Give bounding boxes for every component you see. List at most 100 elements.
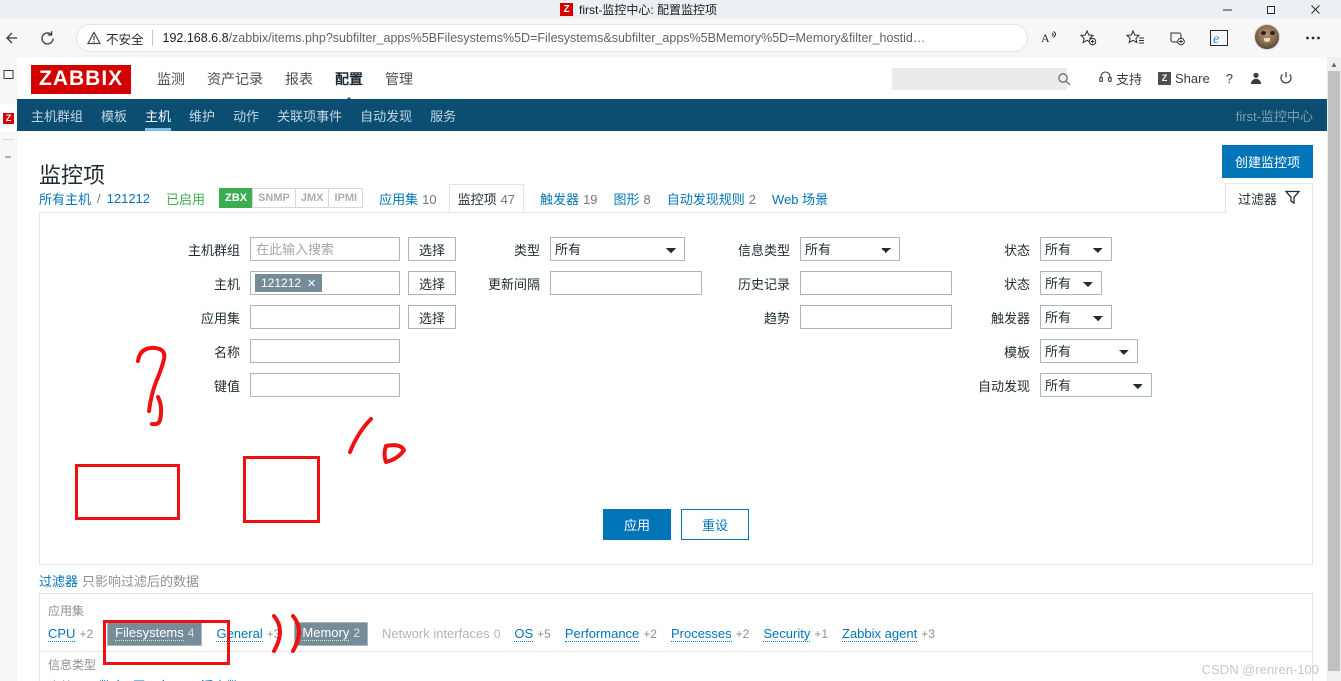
tab-rail-active-tab[interactable]: Z [0,104,17,132]
subfilter-item-cpu-label[interactable]: CPU [48,626,76,642]
share-link[interactable]: Z Share [1158,71,1210,86]
subfilter-item-security[interactable]: Security +1 [763,626,828,642]
browser-tab[interactable]: Z first-监控中心: 配置监控项 [560,0,717,19]
subnav-templates[interactable]: 模板 [101,99,127,131]
crumb-triggers[interactable]: 触发器 19 [540,189,597,208]
ie-mode-icon[interactable]: e [1206,25,1232,51]
sign-out-power-icon[interactable] [1279,71,1293,85]
crumb-discovery-rules[interactable]: 自动发现规则 2 [667,189,756,208]
back-arrow-icon[interactable] [0,26,24,50]
key-input[interactable] [250,373,400,397]
host-chip[interactable]: 121212 ✕ [255,274,323,292]
more-settings-icon[interactable] [1300,25,1326,51]
global-search-box[interactable] [892,68,1071,90]
host-multiselect[interactable]: 121212 ✕ [250,271,400,295]
subfilter-item-performance[interactable]: Performance +2 [564,626,657,642]
subfilter-item-unsigned[interactable]: 数字 (无正负)1 [99,676,187,681]
state-select[interactable]: 所有 [1040,237,1112,261]
page-scrollbar[interactable]: ▲ [1327,57,1341,681]
status-select[interactable]: 所有 [1040,271,1102,295]
apply-filter-button[interactable]: 应用 [602,509,671,540]
subfilter-item-filesystems-label[interactable]: Filesystems [115,625,184,641]
subfilter-item-processes[interactable]: Processes +2 [670,626,749,642]
reload-icon[interactable] [34,25,60,51]
type-select[interactable]: 所有 [550,237,685,261]
subfilter-item-general-label[interactable]: General [216,626,263,642]
favorites-icon[interactable] [1122,25,1148,51]
subfilter-item-processes-label[interactable]: Processes [670,626,732,642]
host-select-button[interactable]: 选择 [408,271,457,295]
breadcrumb-all-hosts[interactable]: 所有主机 [39,189,91,208]
create-item-button[interactable]: 创建监控项 [1221,145,1313,178]
read-aloud-icon[interactable]: A [1036,25,1062,51]
subfilter-item-general[interactable]: General +3 [216,626,280,642]
host-group-input[interactable] [250,237,400,261]
trigger-select[interactable]: 所有 [1040,305,1112,329]
subfilter-item-os-label[interactable]: OS [514,626,534,642]
crumb-applications[interactable]: 应用集 10 [379,189,436,208]
subfilter-item-float-label[interactable]: 浮点数 [201,676,240,681]
subfilter-item-cpu[interactable]: CPU +2 [48,626,93,642]
host-chip-remove-icon[interactable]: ✕ [307,277,316,290]
tab-rail-collapse-icon[interactable]: − [2,150,14,164]
global-search-input[interactable] [898,71,1057,87]
trend-input[interactable] [800,305,952,329]
subnav-hosts[interactable]: 主机 [145,99,172,131]
name-input[interactable] [250,339,400,363]
scrollbar-thumb[interactable] [1328,71,1340,671]
restore-button[interactable] [1249,0,1293,19]
subnav-maintenance[interactable]: 维护 [189,99,215,131]
scrollbar-up-arrow-icon[interactable]: ▲ [1327,57,1341,71]
field-status-label: 状态 [1003,276,1030,292]
subfilter-item-zabbix-agent[interactable]: Zabbix agent +3 [842,626,935,642]
filter-tab[interactable]: 过滤器 [1224,183,1313,214]
main-nav-reports[interactable]: 报表 [285,57,313,100]
address-bar[interactable]: 不安全 192.168.6.8/zabbix/items.php?subfilt… [76,24,1028,52]
subfilter-item-filesystems[interactable]: Filesystems 4 [107,622,203,646]
main-nav-inventory[interactable]: 资产记录 [207,57,263,100]
subnav-discovery[interactable]: 自动发现 [360,99,412,131]
subnav-services[interactable]: 服务 [430,99,456,131]
breadcrumb-host-name[interactable]: 121212 [107,191,150,206]
reset-filter-button[interactable]: 重设 [681,509,750,540]
subfilter-item-performance-label[interactable]: Performance [564,626,640,642]
user-profile-icon[interactable] [1249,71,1263,85]
support-link[interactable]: 支持 [1099,69,1142,88]
close-button[interactable] [1293,0,1337,19]
main-nav-configuration[interactable]: 配置 [335,57,363,100]
subnav-actions[interactable]: 动作 [233,99,259,131]
main-nav-monitoring[interactable]: 监测 [157,57,185,100]
search-icon[interactable] [1057,72,1071,86]
subfilter-item-security-label[interactable]: Security [763,626,811,642]
subfilter-item-float[interactable]: 浮点数5 [201,676,251,681]
host-group-select-button[interactable]: 选择 [408,237,457,261]
subfilter-item-memory[interactable]: Memory 2 [294,622,369,646]
collections-icon[interactable] [1164,25,1190,51]
subfilter-item-zabbix-agent-label[interactable]: Zabbix agent [842,626,918,642]
crumb-web-scenarios[interactable]: Web 场景 [772,189,828,208]
profile-avatar[interactable] [1254,24,1280,50]
subfilter-item-unsigned-label[interactable]: 数字 (无正负) [99,676,176,681]
tab-rail-new-tab-icon[interactable] [1,65,16,83]
subnav-correlation[interactable]: 关联项事件 [277,99,342,131]
subnav-host-groups[interactable]: 主机群组 [31,99,83,131]
main-nav-administration[interactable]: 管理 [385,57,413,100]
crumb-items[interactable]: 监控项 47 [448,183,525,213]
subfilter-item-network-interfaces-label: Network interfaces [382,626,490,641]
help-link[interactable]: ? [1226,71,1233,86]
info-type-select[interactable]: 所有 [800,237,900,261]
discovery-select[interactable]: 所有 [1040,373,1152,397]
subfilter-item-os[interactable]: OS +5 [514,626,551,642]
application-set-input[interactable] [250,305,400,329]
history-input[interactable] [800,271,952,295]
subfilter-item-memory-label[interactable]: Memory [302,625,350,641]
application-set-select-button[interactable]: 选择 [408,305,457,329]
zabbix-logo[interactable]: ZABBIX [31,65,132,94]
update-interval-input[interactable] [550,271,702,295]
minimize-button[interactable] [1205,0,1249,19]
crumb-graphs[interactable]: 图形 8 [614,189,651,208]
subfilter-item-security-count: +1 [814,627,829,641]
add-favorite-icon[interactable] [1075,25,1101,51]
template-select[interactable]: 所有 [1040,339,1138,363]
subfilter-heading-link[interactable]: 过滤器 [39,574,78,589]
